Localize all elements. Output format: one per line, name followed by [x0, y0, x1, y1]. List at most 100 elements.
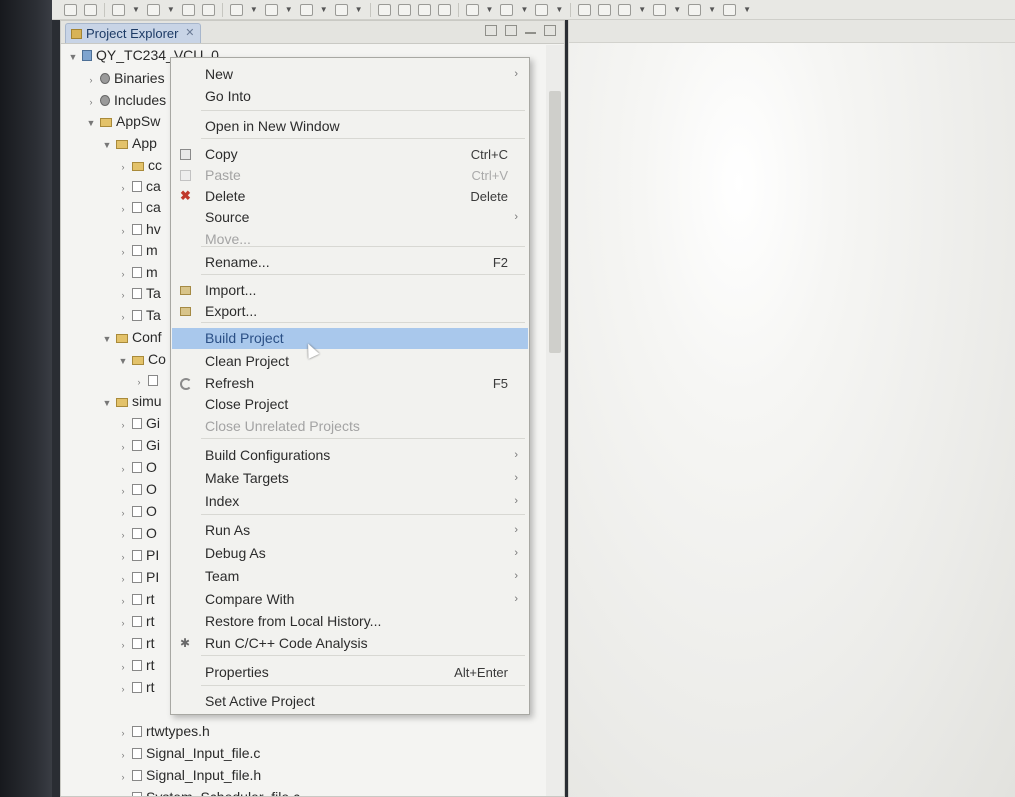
- tree-item[interactable]: › System_Scheduler_file.c: [117, 787, 300, 796]
- expanded-arrow-icon[interactable]: ▼: [101, 393, 113, 414]
- collapsed-arrow-icon[interactable]: ›: [117, 178, 129, 199]
- toolbar-tool-icon[interactable]: [229, 3, 243, 16]
- tree-item[interactable]: › m: [117, 240, 158, 261]
- toolbar-tool-icon[interactable]: [437, 3, 451, 16]
- toolbar-tool-icon[interactable]: [112, 3, 125, 16]
- toolbar-tool-icon[interactable]: [397, 3, 411, 16]
- tree-item[interactable]: › Ta: [117, 305, 161, 326]
- dropdown-arrow-icon[interactable]: ▼: [486, 5, 494, 14]
- menu-item-make-targets[interactable]: Make Targets ›: [172, 468, 528, 489]
- menu-item-close-unrelated-projects[interactable]: Close Unrelated Projects: [172, 416, 528, 437]
- collapsed-arrow-icon[interactable]: ›: [133, 372, 145, 393]
- toolbar-tool-icon[interactable]: [181, 3, 195, 16]
- collapsed-arrow-icon[interactable]: ›: [85, 92, 97, 113]
- toolbar-tool-icon[interactable]: [334, 3, 348, 16]
- toolbar-tool-icon[interactable]: [598, 3, 612, 16]
- collapsed-arrow-icon[interactable]: ›: [117, 789, 129, 796]
- toolbar-tool-icon[interactable]: [64, 3, 77, 16]
- toolbar-tool-icon[interactable]: [201, 3, 215, 16]
- tree-item[interactable]: ▼ App: [101, 133, 157, 154]
- collapsed-arrow-icon[interactable]: ›: [117, 767, 129, 788]
- collapsed-arrow-icon[interactable]: ›: [117, 635, 129, 656]
- menu-item-build-project[interactable]: Build Project: [172, 328, 528, 349]
- dropdown-arrow-icon[interactable]: ▼: [708, 5, 716, 14]
- tree-item[interactable]: › hv: [117, 219, 161, 240]
- tree-item[interactable]: › rt: [117, 677, 155, 698]
- tree-item[interactable]: › O: [117, 457, 157, 478]
- toolbar-tool-icon[interactable]: [84, 3, 97, 16]
- collapsed-arrow-icon[interactable]: ›: [117, 569, 129, 590]
- menu-item-restore-from-local-history[interactable]: Restore from Local History...: [172, 611, 528, 632]
- menu-item-go-into[interactable]: Go Into: [172, 86, 528, 107]
- dropdown-arrow-icon[interactable]: ▼: [555, 5, 563, 14]
- dropdown-arrow-icon[interactable]: ▼: [673, 5, 681, 14]
- dropdown-arrow-icon[interactable]: ▼: [355, 5, 363, 14]
- menu-item-team[interactable]: Team ›: [172, 566, 528, 587]
- menu-item-run-c-c-code-analysis[interactable]: ✱ Run C/C++ Code Analysis: [172, 633, 528, 654]
- tree-item[interactable]: › m: [117, 262, 158, 283]
- dropdown-arrow-icon[interactable]: ▼: [250, 5, 258, 14]
- collapsed-arrow-icon[interactable]: ›: [117, 199, 129, 220]
- menu-item-delete[interactable]: ✖ Delete Delete: [172, 186, 528, 207]
- toolbar-tool-icon[interactable]: [688, 3, 702, 16]
- menu-item-properties[interactable]: Properties Alt+Enter: [172, 662, 528, 683]
- menu-item-close-project[interactable]: Close Project: [172, 394, 528, 415]
- tree-item[interactable]: › PI: [117, 545, 160, 568]
- expanded-arrow-icon[interactable]: ▼: [101, 329, 113, 350]
- expanded-arrow-icon[interactable]: ▼: [101, 135, 113, 156]
- menu-item-new[interactable]: New ›: [172, 64, 528, 85]
- minimize-icon[interactable]: [525, 32, 536, 34]
- menu-item-clean-project[interactable]: Clean Project: [172, 351, 528, 372]
- collapsed-arrow-icon[interactable]: ›: [85, 70, 97, 91]
- menu-item-refresh[interactable]: Refresh F5: [172, 373, 528, 394]
- collapsed-arrow-icon[interactable]: ›: [117, 723, 129, 744]
- link-editor-icon[interactable]: [505, 25, 517, 36]
- toolbar-tool-icon[interactable]: [500, 3, 514, 16]
- tree-item[interactable]: › Gi: [117, 435, 161, 458]
- toolbar-tool-icon[interactable]: [146, 3, 160, 16]
- tree-item[interactable]: › PI: [117, 567, 160, 590]
- collapsed-arrow-icon[interactable]: ›: [117, 525, 129, 546]
- collapsed-arrow-icon[interactable]: ›: [117, 547, 129, 568]
- collapsed-arrow-icon[interactable]: ›: [117, 503, 129, 524]
- menu-item-source[interactable]: Source ›: [172, 207, 528, 228]
- dropdown-arrow-icon[interactable]: ▼: [520, 5, 528, 14]
- dropdown-arrow-icon[interactable]: ▼: [132, 5, 140, 14]
- tree-item[interactable]: › ca: [117, 176, 161, 197]
- close-icon[interactable]: ✕: [185, 24, 194, 43]
- collapsed-arrow-icon[interactable]: ›: [117, 459, 129, 480]
- dropdown-arrow-icon[interactable]: ▼: [285, 5, 293, 14]
- dropdown-arrow-icon[interactable]: ▼: [638, 5, 646, 14]
- menu-item-copy[interactable]: Copy Ctrl+C: [172, 144, 528, 165]
- menu-item-open-in-new-window[interactable]: Open in New Window: [172, 116, 528, 137]
- collapsed-arrow-icon[interactable]: ›: [117, 221, 129, 242]
- tree-item[interactable]: › ca: [117, 197, 161, 218]
- menu-item-set-active-project[interactable]: Set Active Project: [172, 691, 528, 712]
- toolbar-tool-icon[interactable]: [653, 3, 667, 16]
- menu-item-paste[interactable]: Paste Ctrl+V: [172, 165, 528, 186]
- tree-item[interactable]: › O: [117, 479, 157, 500]
- dropdown-arrow-icon[interactable]: ▼: [167, 5, 175, 14]
- dropdown-arrow-icon[interactable]: ▼: [320, 5, 328, 14]
- collapsed-arrow-icon[interactable]: ›: [117, 157, 129, 178]
- tab-project-explorer[interactable]: Project Explorer ✕: [65, 23, 202, 43]
- collapsed-arrow-icon[interactable]: ›: [117, 264, 129, 285]
- tree-item[interactable]: › rtwtypes.h: [117, 721, 210, 742]
- collapsed-arrow-icon[interactable]: ›: [117, 437, 129, 458]
- tree-item[interactable]: › rt: [117, 611, 155, 632]
- toolbar-tool-icon[interactable]: [578, 3, 592, 16]
- tree-item[interactable]: ▼ simu: [101, 391, 162, 412]
- expanded-arrow-icon[interactable]: ▼: [85, 113, 97, 134]
- tree-item[interactable]: › O: [117, 523, 157, 544]
- tree-item[interactable]: › rt: [117, 655, 155, 676]
- tree-item[interactable]: › Signal_Input_file.h: [117, 765, 262, 788]
- collapsed-arrow-icon[interactable]: ›: [117, 679, 129, 700]
- collapsed-arrow-icon[interactable]: ›: [117, 307, 129, 328]
- maximize-icon[interactable]: [544, 25, 556, 36]
- collapsed-arrow-icon[interactable]: ›: [117, 415, 129, 436]
- collapsed-arrow-icon[interactable]: ›: [117, 657, 129, 678]
- expanded-arrow-icon[interactable]: ▼: [67, 47, 79, 68]
- toolbar-tool-icon[interactable]: [618, 3, 632, 16]
- toolbar-tool-icon[interactable]: [377, 3, 391, 16]
- toolbar-tool-icon[interactable]: [535, 3, 549, 16]
